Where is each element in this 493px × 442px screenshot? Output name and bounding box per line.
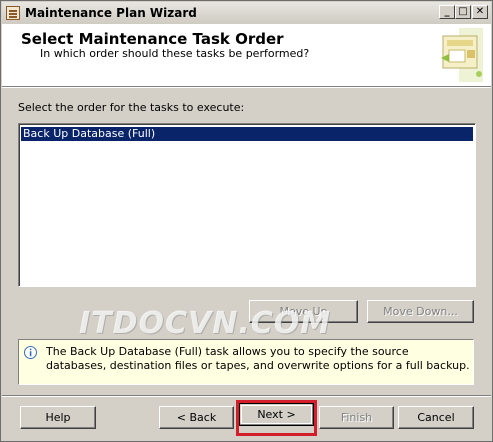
help-button[interactable]: Help [20,406,96,429]
task-description-box: The Back Up Database (Full) task allows … [18,339,474,385]
task-order-label: Select the order for the tasks to execut… [18,101,245,114]
next-button-highlight [236,400,317,436]
page-title: Select Maintenance Task Order [21,30,284,48]
title-bar[interactable]: Maintenance Plan Wizard _ □ ✕ [2,2,491,25]
info-icon [24,346,37,359]
wizard-window: Maintenance Plan Wizard _ □ ✕ Select Mai… [0,0,493,442]
task-order-listbox[interactable]: Back Up Database (Full) [18,123,476,287]
task-description-text: The Back Up Database (Full) task allows … [46,345,470,372]
wizard-graphic-icon [441,28,483,82]
footer-separator [2,395,491,396]
header-divider [2,87,491,88]
back-button[interactable]: < Back [159,406,234,429]
finish-button[interactable]: Finish [319,406,394,429]
watermark-text: ITDOCVN.COM [79,306,332,341]
minimize-button[interactable]: _ [439,5,455,19]
list-item-selected[interactable]: Back Up Database (Full) [21,127,473,141]
window-title: Maintenance Plan Wizard [25,6,197,20]
page-subtitle: In which order should these tasks be per… [40,47,310,60]
maximize-button[interactable]: □ [455,5,471,19]
cancel-button[interactable]: Cancel [398,406,474,429]
wizard-app-icon [6,6,20,20]
close-button[interactable]: ✕ [472,5,488,19]
wizard-header: Select Maintenance Task Order In which o… [2,24,491,87]
move-down-button[interactable]: Move Down... [367,300,474,323]
